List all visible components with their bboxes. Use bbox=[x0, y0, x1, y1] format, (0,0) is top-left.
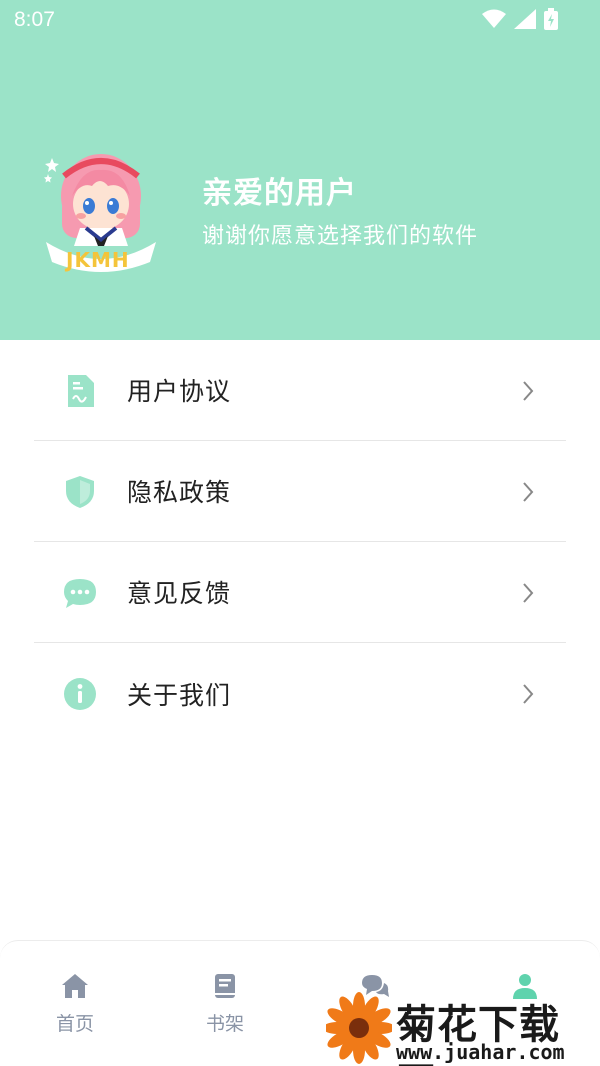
chevron-right-icon bbox=[523, 381, 534, 401]
settings-menu: 用户协议 隐私政策 意见反馈 关于我们 bbox=[34, 340, 566, 744]
shield-icon bbox=[66, 476, 94, 508]
wifi-icon bbox=[482, 9, 506, 28]
menu-item-label: 用户协议 bbox=[127, 377, 232, 406]
menu-item-privacy-policy[interactable]: 隐私政策 bbox=[34, 441, 566, 542]
signal-icon bbox=[514, 9, 536, 29]
flower-logo-icon bbox=[326, 992, 392, 1064]
tab-label: 首页 bbox=[55, 1013, 94, 1035]
profile-header: JKMH 亲爱的用户 谢谢你愿意选择我们的软件 bbox=[0, 0, 600, 340]
user-subtitle: 谢谢你愿意选择我们的软件 bbox=[202, 224, 479, 249]
tab-home[interactable]: 首页 bbox=[25, 971, 125, 1036]
chevron-right-icon bbox=[523, 583, 534, 603]
info-icon bbox=[64, 678, 96, 710]
watermark-url: www.juahar.com bbox=[396, 1040, 565, 1064]
menu-item-label: 隐私政策 bbox=[127, 478, 232, 507]
home-icon bbox=[62, 974, 88, 998]
watermark: 菊花下载网 www.juahar.com bbox=[326, 992, 600, 1066]
tab-label: 书架 bbox=[205, 1013, 244, 1035]
chevron-right-icon bbox=[523, 482, 534, 502]
battery-icon bbox=[544, 8, 558, 30]
tab-bookshelf[interactable]: 书架 bbox=[175, 971, 275, 1036]
status-time: 8:07 bbox=[14, 8, 55, 31]
status-icons bbox=[482, 8, 558, 30]
status-bar: 8:07 bbox=[0, 0, 600, 40]
document-icon bbox=[68, 375, 94, 407]
menu-item-user-agreement[interactable]: 用户协议 bbox=[34, 340, 566, 441]
menu-item-feedback[interactable]: 意见反馈 bbox=[34, 542, 566, 643]
chat-bubble-icon bbox=[64, 579, 96, 608]
menu-item-label: 意见反馈 bbox=[127, 579, 232, 608]
book-icon bbox=[215, 974, 235, 998]
menu-item-label: 关于我们 bbox=[127, 680, 232, 710]
menu-item-about-us[interactable]: 关于我们 bbox=[34, 643, 566, 744]
user-name: 亲爱的用户 bbox=[202, 176, 357, 211]
avatar-badge: JKMH bbox=[66, 248, 130, 272]
chevron-right-icon bbox=[523, 684, 534, 704]
